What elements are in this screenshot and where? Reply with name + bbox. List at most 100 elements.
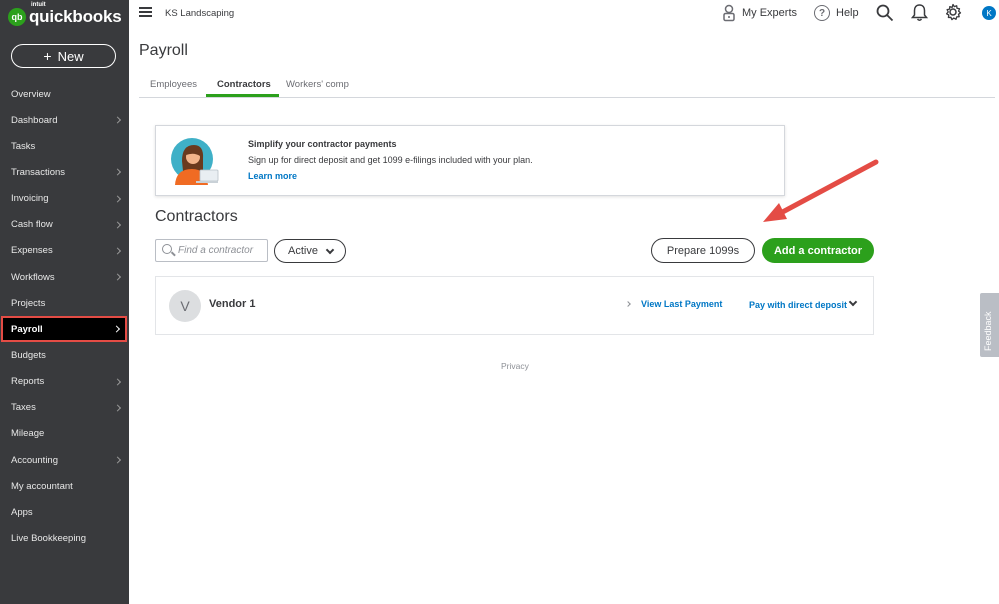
chevron-down-icon <box>325 245 335 255</box>
hamburger-menu-icon[interactable] <box>139 7 152 17</box>
tab-workers-comp[interactable]: Workers' comp <box>286 79 349 90</box>
top-bar: KS Landscaping My Experts ? Help K <box>129 0 999 28</box>
sidebar-nav: Overview Dashboard Tasks Transactions Invoic… <box>0 81 129 552</box>
prepare-1099s-button[interactable]: Prepare 1099s <box>651 238 755 263</box>
quickbooks-logo-icon: qb <box>8 8 26 26</box>
chevron-right-icon <box>113 247 122 255</box>
sidebar-item-live-bookkeeping[interactable]: Live Bookkeeping <box>0 525 129 551</box>
page-title: Payroll <box>139 42 188 59</box>
active-tab-indicator <box>206 94 279 97</box>
sidebar-item-label: Cash flow <box>11 219 53 231</box>
sidebar-item-tasks[interactable]: Tasks <box>0 133 129 159</box>
user-avatar[interactable]: K <box>982 6 996 20</box>
contractors-heading: Contractors <box>155 208 238 225</box>
sidebar-item-workflows[interactable]: Workflows <box>0 264 129 290</box>
promo-card: Simplify your contractor payments Sign u… <box>155 125 785 196</box>
plus-icon: + <box>43 48 52 64</box>
person-lock-icon <box>723 4 735 22</box>
contractor-name[interactable]: Vendor 1 <box>209 298 255 310</box>
contractor-search[interactable] <box>155 239 268 262</box>
logo-wordmark: intuit quickbooks <box>29 2 122 27</box>
sidebar-item-label: Dashboard <box>11 114 58 126</box>
quickbooks-logo[interactable]: qb intuit quickbooks <box>8 2 122 29</box>
chevron-right-icon <box>113 273 122 281</box>
chevron-right-icon <box>113 168 122 177</box>
chevron-right-icon <box>113 404 122 412</box>
sidebar-item-label: Expenses <box>11 245 53 257</box>
learn-more-link[interactable]: Learn more <box>248 171 297 181</box>
chevron-down-icon[interactable] <box>848 297 858 307</box>
search-icon[interactable] <box>876 4 894 22</box>
sidebar-item-label: Apps <box>11 506 33 518</box>
sidebar-item-transactions[interactable]: Transactions <box>0 159 129 185</box>
sidebar-item-mileage[interactable]: Mileage <box>0 421 129 447</box>
help-label: Help <box>836 7 859 19</box>
privacy-link[interactable]: Privacy <box>501 361 529 371</box>
sidebar-item-projects[interactable]: Projects <box>0 290 129 316</box>
tab-contractors[interactable]: Contractors <box>217 79 271 90</box>
company-name: KS Landscaping <box>165 8 235 19</box>
feedback-label: Feedback <box>983 311 993 351</box>
help-icon: ? <box>814 5 830 21</box>
sidebar-item-label: Taxes <box>11 402 36 414</box>
help-button[interactable]: ? Help <box>814 5 859 21</box>
logo-intuit-text: intuit <box>31 2 46 8</box>
sidebar-item-dashboard[interactable]: Dashboard <box>0 107 129 133</box>
sidebar-item-label: Transactions <box>11 166 66 178</box>
contractor-list: V Vendor 1 View Last Payment Pay with di… <box>155 276 874 335</box>
sidebar-item-label: Invoicing <box>11 193 49 205</box>
sidebar-item-accounting[interactable]: Accounting <box>0 447 129 473</box>
view-last-payment-link[interactable]: View Last Payment <box>641 299 722 309</box>
feedback-tab[interactable]: Feedback <box>980 293 999 357</box>
sidebar-item-cash-flow[interactable]: Cash flow <box>0 212 129 238</box>
chevron-right-icon <box>625 301 631 307</box>
sidebar-item-label: Payroll <box>11 323 43 335</box>
new-button[interactable]: + New <box>11 44 116 68</box>
chevron-right-icon <box>113 116 122 124</box>
sidebar-item-reports[interactable]: Reports <box>0 369 129 395</box>
contractor-avatar: V <box>169 290 201 322</box>
add-contractor-button[interactable]: Add a contractor <box>762 238 874 263</box>
my-experts-button[interactable]: My Experts <box>722 4 797 22</box>
sidebar-item-label: Live Bookkeeping <box>11 532 86 544</box>
sidebar-item-label: Overview <box>11 88 51 100</box>
pay-direct-deposit-link[interactable]: Pay with direct deposit <box>749 300 847 310</box>
chevron-right-icon <box>113 378 122 386</box>
search-input[interactable] <box>178 243 266 258</box>
sidebar-item-label: Budgets <box>11 349 46 361</box>
sidebar-item-budgets[interactable]: Budgets <box>0 342 129 368</box>
tab-employees[interactable]: Employees <box>150 79 197 90</box>
sidebar-item-label: Mileage <box>11 428 45 440</box>
promo-body: Sign up for direct deposit and get 1099 … <box>248 155 533 165</box>
logo-quickbooks-text: quickbooks <box>29 7 122 26</box>
sidebar-item-label: Workflows <box>11 271 55 283</box>
sidebar-item-invoicing[interactable]: Invoicing <box>0 186 129 212</box>
sidebar-item-label: Accounting <box>11 454 59 466</box>
sidebar-item-label: Projects <box>11 297 46 309</box>
payroll-tabs: Employees Contractors Workers' comp <box>139 73 995 98</box>
sidebar-item-overview[interactable]: Overview <box>0 81 129 107</box>
sidebar-item-my-accountant[interactable]: My accountant <box>0 473 129 499</box>
chevron-right-icon <box>113 221 122 229</box>
search-icon <box>162 244 172 254</box>
chevron-right-icon <box>113 195 122 203</box>
promo-title: Simplify your contractor payments <box>248 139 397 149</box>
annotation-arrow-icon <box>763 159 879 222</box>
sidebar-item-taxes[interactable]: Taxes <box>0 395 129 421</box>
sidebar-item-apps[interactable]: Apps <box>0 499 129 525</box>
sidebar-item-label: Tasks <box>11 140 36 152</box>
new-button-label: New <box>57 48 84 64</box>
gear-icon[interactable] <box>944 3 962 21</box>
sidebar: qb intuit quickbooks + New Overview Dashb… <box>0 0 129 604</box>
chevron-right-icon <box>113 456 122 464</box>
bell-icon[interactable] <box>911 3 928 22</box>
status-filter-value: Active <box>288 245 318 257</box>
sidebar-item-payroll[interactable]: Payroll <box>1 316 127 343</box>
contractor-illustration <box>171 138 219 185</box>
my-experts-label: My Experts <box>742 7 798 19</box>
sidebar-item-label: Reports <box>11 376 45 388</box>
status-filter-dropdown[interactable]: Active <box>274 239 346 263</box>
sidebar-item-expenses[interactable]: Expenses <box>0 238 129 264</box>
chevron-right-icon <box>112 325 121 333</box>
sidebar-item-label: My accountant <box>11 480 73 492</box>
